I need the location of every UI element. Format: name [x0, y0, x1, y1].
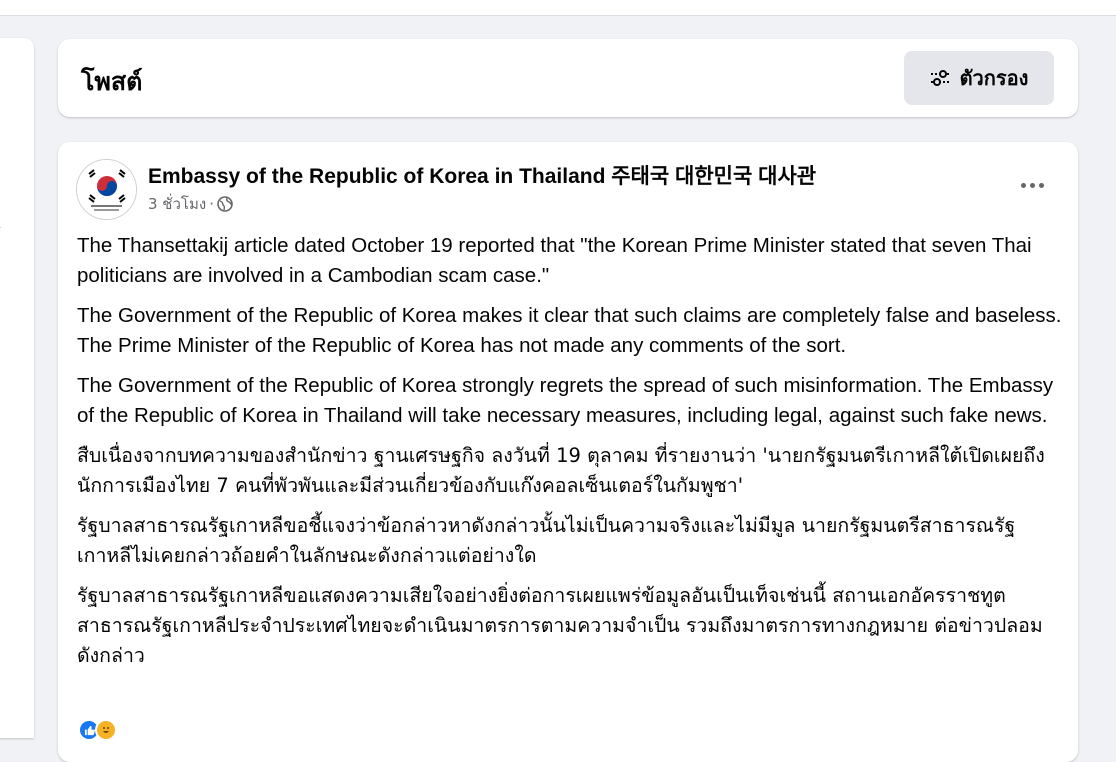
post-paragraph-thai: รัฐบาลสาธารณรัฐเกาหลีขอชี้แจงว่าข้อกล่าว…	[77, 514, 1016, 567]
more-dot	[1029, 182, 1035, 188]
filter-button[interactable]: ตัวกรอง	[904, 51, 1054, 105]
posts-header-card: โพสต์ ตัวกรอง	[58, 39, 1078, 117]
haha-icon	[95, 719, 117, 741]
korea-flag-logo-icon	[77, 160, 136, 219]
globe-icon	[217, 196, 233, 212]
post-paragraph-thai: สืบเนื่องจากบทความของสำนักข่าว ฐานเศรษฐก…	[77, 444, 1045, 497]
left-sidebar-panel	[0, 38, 34, 738]
post-paragraph-thai: รัฐบาลสาธารณรัฐเกาหลีขอแสดงความเสียใจอย่…	[77, 584, 1043, 667]
sliders-icon	[930, 70, 952, 86]
post-author-name[interactable]: Embassy of the Republic of Korea in Thai…	[148, 160, 816, 190]
post-paragraph: The Thansettakij article dated October 1…	[77, 234, 1032, 287]
filter-button-label: ตัวกรอง	[959, 66, 1029, 90]
sidebar-divider	[0, 227, 1, 228]
meta-separator: ·	[209, 195, 214, 213]
post-more-options-button[interactable]	[1014, 170, 1050, 200]
more-dot	[1038, 182, 1044, 188]
post-timestamp[interactable]: 3 ชั่วโมง	[148, 192, 206, 216]
author-avatar[interactable]	[76, 159, 137, 220]
post-paragraph: The Government of the Republic of Korea …	[77, 374, 1054, 427]
post-meta: 3 ชั่วโมง ·	[148, 192, 233, 216]
post-paragraph: The Government of the Republic of Korea …	[77, 304, 1062, 357]
reactions-summary-row[interactable]	[78, 715, 1068, 745]
top-navigation-bar	[0, 0, 1116, 16]
post-body: The Thansettakij article dated October 1…	[77, 231, 1062, 681]
post-card: Embassy of the Republic of Korea in Thai…	[58, 142, 1078, 762]
posts-section-title: โพสต์	[81, 67, 143, 96]
more-dot	[1020, 182, 1026, 188]
